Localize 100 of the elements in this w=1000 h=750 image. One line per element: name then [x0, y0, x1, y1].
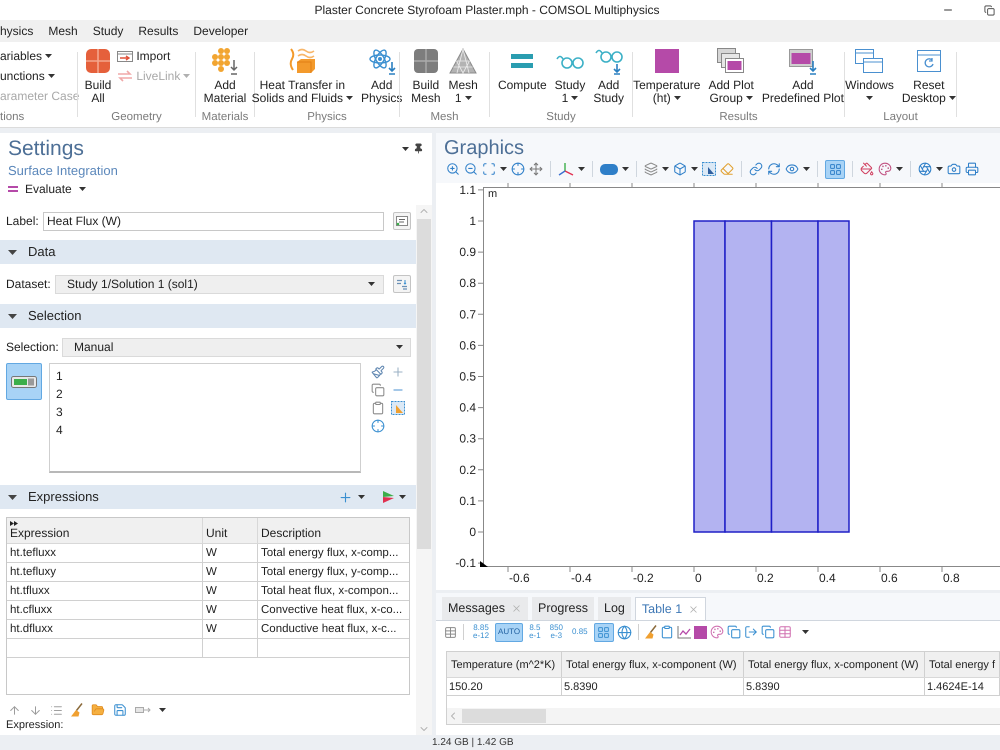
arrow-up-icon[interactable] [8, 704, 21, 716]
zoom-box-icon[interactable] [482, 162, 496, 176]
number-format-button[interactable]: 0.85 [569, 622, 591, 642]
arrow-box-icon[interactable] [135, 705, 151, 715]
caret-icon[interactable] [674, 96, 681, 100]
copy-icon[interactable] [726, 625, 741, 639]
double-arrow-icon[interactable] [10, 521, 18, 526]
evaluate-button[interactable]: Evaluate [8, 181, 86, 197]
rotate-icon[interactable] [767, 162, 781, 176]
ribbon-button[interactable]: Heat Transfer in Solids and Fluids [250, 42, 356, 104]
ribbon-button[interactable]: Build Mesh [409, 42, 442, 104]
export-icon[interactable] [744, 625, 758, 639]
list-item[interactable]: 3 [56, 403, 63, 421]
number-format-button[interactable]: 8.85 e-12 [470, 622, 492, 642]
tab[interactable]: Table 1 [634, 597, 706, 620]
grid-view-button[interactable] [594, 622, 614, 642]
menu-item[interactable]: Study [92, 22, 124, 40]
eye-icon[interactable] [785, 162, 799, 176]
tab[interactable]: Progress [532, 597, 594, 620]
ribbon-button[interactable]: Import [117, 46, 190, 66]
select-box-icon[interactable] [391, 401, 405, 415]
zoom-out-icon[interactable] [464, 162, 478, 176]
save-icon[interactable] [113, 703, 127, 717]
caret-icon[interactable] [159, 708, 166, 712]
label-options-button[interactable] [393, 212, 411, 230]
caret-icon[interactable] [803, 167, 810, 171]
link-icon[interactable] [749, 162, 763, 176]
folder-icon[interactable] [91, 703, 105, 717]
ribbon-button[interactable]: Temperature (ht) [631, 42, 702, 104]
geometry-domain[interactable] [724, 220, 772, 533]
number-format-button[interactable]: 8.5 e-1 [526, 622, 544, 642]
aperture-icon[interactable] [918, 162, 932, 176]
scrollbar[interactable] [447, 708, 1000, 724]
copy-icon[interactable] [371, 383, 385, 397]
ribbon-button[interactable]: Study 1 [552, 42, 588, 104]
move-icon[interactable] [529, 162, 543, 176]
select-box-icon[interactable] [702, 162, 716, 176]
scrollbar-thumb[interactable] [462, 709, 546, 723]
caret-icon[interactable] [866, 96, 873, 100]
ribbon-button[interactable]: Add Physics [359, 42, 404, 104]
menu-item[interactable]: Results [138, 22, 178, 40]
pin-icon[interactable] [413, 143, 424, 154]
clipboard-icon[interactable] [660, 625, 674, 639]
table-icon[interactable] [444, 626, 457, 638]
rounded-rectangle-icon[interactable] [600, 164, 618, 174]
menu-item[interactable]: Developer [193, 22, 248, 40]
grid-view-button[interactable] [825, 160, 845, 178]
restore-icon[interactable] [984, 4, 995, 16]
caret-icon[interactable] [578, 167, 585, 171]
list-item[interactable]: 1 [56, 367, 63, 385]
caret-icon[interactable] [936, 167, 943, 171]
section-toggle[interactable]: Expressions [8, 487, 99, 507]
ribbon-button[interactable]: Build All [82, 42, 114, 104]
clipboard-icon[interactable] [371, 401, 385, 415]
number-format-button[interactable]: AUTO [495, 622, 524, 642]
printer-icon[interactable] [965, 162, 979, 176]
number-format-button[interactable]: 850 e-3 [546, 622, 566, 642]
caret-icon[interactable] [802, 630, 809, 634]
caret-icon[interactable] [948, 96, 956, 100]
tab[interactable]: Log [598, 597, 631, 620]
caret-icon[interactable] [571, 96, 578, 100]
brush-icon[interactable] [371, 365, 385, 379]
ribbon-button[interactable]: Add Study [591, 42, 626, 104]
paint-bucket-icon[interactable] [860, 162, 874, 176]
menu-item[interactable]: hysics [0, 22, 34, 40]
caret-icon[interactable] [464, 96, 472, 100]
ribbon-button[interactable]: Add Material [202, 42, 248, 104]
zoom-in-icon[interactable] [446, 162, 460, 176]
flag-icon[interactable] [383, 491, 394, 503]
box-icon[interactable] [673, 162, 687, 176]
caret-icon[interactable] [48, 74, 55, 78]
caret-icon[interactable] [402, 146, 409, 150]
caret-icon[interactable] [45, 54, 52, 58]
plus-icon[interactable] [338, 490, 353, 504]
geometry-domain[interactable] [693, 220, 726, 533]
menu-item[interactable]: Mesh [48, 22, 78, 40]
section-toggle[interactable]: Selection [8, 306, 82, 326]
dataset-options-button[interactable] [393, 275, 411, 293]
ribbon-button[interactable]: ariables [0, 46, 80, 66]
selection-toggle-button[interactable] [6, 363, 42, 400]
caret-icon[interactable] [662, 167, 669, 171]
caret-icon[interactable] [78, 187, 86, 191]
chart-icon[interactable] [676, 626, 691, 638]
ribbon-button[interactable]: Mesh 1 [446, 42, 480, 104]
palette-icon[interactable] [878, 162, 892, 176]
ribbon-button[interactable]: Reset Desktop [900, 42, 958, 104]
ribbon-button[interactable]: unctions [0, 66, 80, 86]
crosshair-icon[interactable] [371, 419, 385, 433]
caret-icon[interactable] [896, 167, 903, 171]
caret-icon[interactable] [346, 96, 354, 100]
caret-icon[interactable] [358, 495, 365, 499]
caret-icon[interactable] [500, 167, 507, 171]
plus-icon[interactable] [391, 365, 405, 379]
dataset-select[interactable]: Study 1/Solution 1 (sol1) [55, 274, 384, 294]
list-item[interactable]: 2 [56, 385, 63, 403]
ribbon-button[interactable]: Compute [496, 42, 549, 92]
caret-icon[interactable] [691, 167, 698, 171]
scrollbar[interactable] [416, 205, 432, 735]
palette-icon[interactable] [710, 625, 724, 639]
broom-icon[interactable] [644, 625, 657, 639]
